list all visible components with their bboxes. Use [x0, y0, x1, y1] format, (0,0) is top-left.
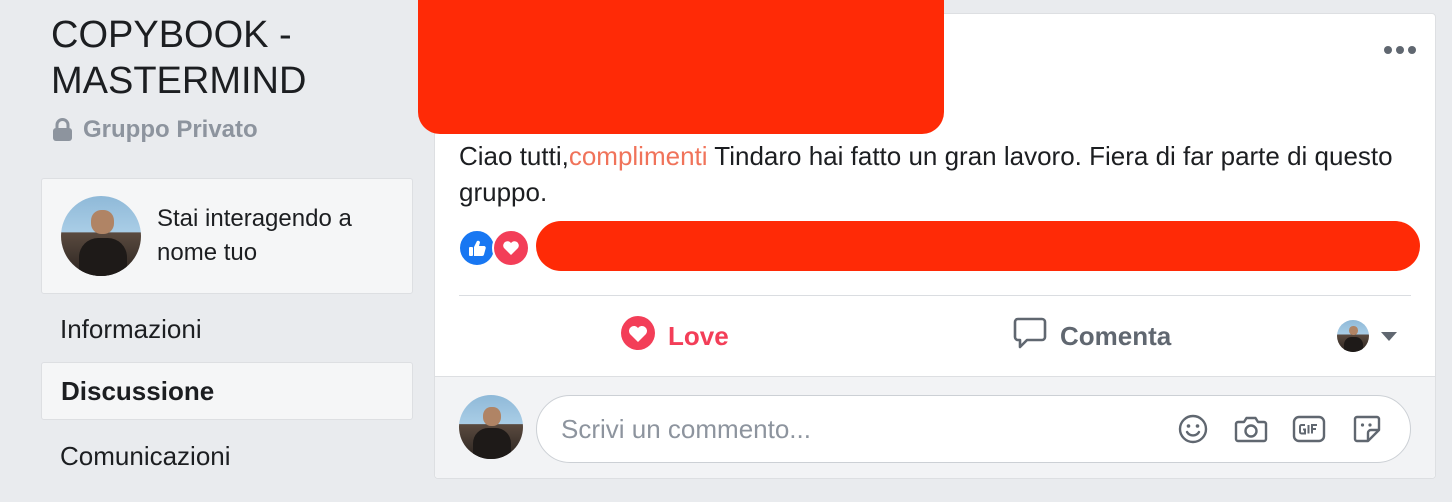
post-as-selector[interactable] — [1337, 320, 1397, 352]
love-icon — [620, 315, 656, 358]
privacy-label: Gruppo Privato — [83, 116, 258, 143]
avatar — [61, 196, 141, 276]
redacted-reactor-names — [536, 221, 1420, 271]
divider — [459, 295, 1411, 296]
post-text-start: Ciao tutti, — [459, 141, 569, 171]
comment-label: Comenta — [1060, 320, 1172, 351]
chevron-down-icon — [1381, 331, 1397, 341]
post-text: Ciao tutti,complimenti Tindaro hai fatto… — [459, 138, 1419, 210]
acting-as-label: Stai interagendo a nome tuo — [157, 205, 352, 266]
like-reaction-icon — [458, 229, 496, 267]
redacted-post-header — [418, 0, 944, 134]
post-text-highlight[interactable]: complimenti — [569, 141, 708, 171]
nav-item-comunicazioni[interactable]: Comunicazioni — [41, 427, 413, 485]
comment-composer — [435, 376, 1435, 478]
group-title[interactable]: COPYBOOK - MASTERMIND — [51, 12, 391, 104]
comment-box[interactable] — [536, 395, 1411, 463]
group-privacy: Gruppo Privato — [52, 116, 258, 144]
acting-as-panel[interactable]: Stai interagendo a nome tuo — [41, 178, 413, 294]
avatar — [1337, 320, 1369, 352]
sticker-icon[interactable] — [1350, 412, 1384, 446]
comment-button[interactable]: Comenta — [1012, 312, 1171, 360]
gif-icon[interactable] — [1292, 412, 1326, 446]
more-options-icon[interactable] — [1384, 46, 1416, 54]
love-label: Love — [668, 320, 729, 351]
comment-icon — [1012, 315, 1048, 358]
love-reaction-icon — [492, 229, 530, 267]
camera-icon[interactable] — [1234, 412, 1268, 446]
nav-item-informazioni[interactable]: Informazioni — [41, 300, 413, 358]
nav-item-discussione[interactable]: Discussione — [41, 362, 413, 420]
comment-input[interactable] — [561, 413, 1161, 445]
emoji-icon[interactable] — [1176, 412, 1210, 446]
lock-icon — [52, 118, 73, 142]
avatar — [459, 395, 523, 459]
love-button[interactable]: Love — [620, 312, 729, 360]
reaction-summary[interactable] — [458, 229, 530, 267]
